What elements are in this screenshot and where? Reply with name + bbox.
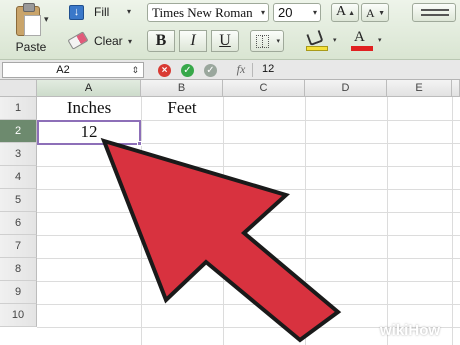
- column-header-a[interactable]: A: [37, 80, 141, 97]
- row-header-4[interactable]: 4: [0, 166, 37, 189]
- shrink-font-button[interactable]: A ▼: [361, 3, 389, 22]
- underline-button[interactable]: U: [211, 30, 239, 52]
- shrink-font-down-icon: ▼: [378, 9, 385, 17]
- row-gridline: [37, 304, 460, 305]
- clipboard-icon: [16, 3, 41, 36]
- active-cell-border: [37, 120, 141, 145]
- font-name-value: Times New Roman: [152, 5, 253, 20]
- column-header-e[interactable]: E: [387, 80, 452, 97]
- paste-button[interactable]: ▾ Paste: [2, 2, 60, 58]
- grow-font-label: A: [336, 4, 347, 19]
- row-gridline: [37, 212, 460, 213]
- fill-color-button[interactable]: ▾: [303, 29, 343, 52]
- column-header-c[interactable]: C: [223, 80, 305, 97]
- row-gridline: [37, 281, 460, 282]
- font-color-swatch: [351, 46, 373, 51]
- clear-button[interactable]: Clear ▾: [66, 31, 140, 52]
- formula-input[interactable]: 12: [254, 62, 458, 78]
- font-color-label: A: [354, 29, 365, 45]
- borders-button[interactable]: ▾: [250, 30, 284, 52]
- borders-caret-icon[interactable]: ▾: [276, 37, 280, 45]
- row-gridline: [37, 189, 460, 190]
- paste-options-caret-icon[interactable]: ▾: [44, 14, 49, 25]
- align-line-icon: [421, 9, 449, 11]
- align-lines-button[interactable]: [412, 3, 456, 22]
- font-color-button[interactable]: A ▾: [348, 29, 388, 52]
- cell-b1[interactable]: Feet: [141, 97, 223, 120]
- fill-down-arrow-icon: ↓: [69, 5, 84, 20]
- row-gridline: [37, 258, 460, 259]
- borders-icon: [256, 35, 269, 48]
- column-header-d[interactable]: D: [305, 80, 387, 97]
- formula-divider: [252, 63, 253, 77]
- paint-bucket-icon: [306, 29, 324, 47]
- row-header-1[interactable]: 1: [0, 97, 37, 120]
- italic-button[interactable]: I: [179, 30, 207, 52]
- column-gridline: [141, 97, 142, 345]
- font-size-select[interactable]: 20 ▾: [273, 3, 321, 22]
- font-size-value: 20: [278, 5, 293, 20]
- align-line-icon: [421, 14, 449, 16]
- watermark-suffix: How: [408, 322, 441, 339]
- grow-font-up-icon: ▲: [348, 9, 355, 17]
- confirm-icon[interactable]: ✓: [204, 64, 217, 77]
- row-gridline: [37, 235, 460, 236]
- spreadsheet-grid[interactable]: A B C D E F 1 2 3 4 5 6 7 8 9 10 Inches …: [0, 80, 460, 345]
- accept-edit-icon[interactable]: ✓: [181, 64, 194, 77]
- name-box-stepper-icon[interactable]: ⇕: [131, 63, 139, 77]
- watermark-prefix: wiki: [380, 322, 409, 339]
- row-header-7[interactable]: 7: [0, 235, 37, 258]
- clear-caret-icon[interactable]: ▾: [128, 37, 132, 46]
- fill-color-caret-icon[interactable]: ▾: [333, 36, 337, 44]
- fill-button[interactable]: ↓ Fill ▾: [66, 4, 140, 22]
- bold-button[interactable]: B: [147, 30, 175, 52]
- column-header-f[interactable]: F: [452, 80, 460, 97]
- column-header-b[interactable]: B: [141, 80, 223, 97]
- row-gridline: [37, 166, 460, 167]
- fill-color-swatch: [306, 46, 328, 51]
- select-all-corner[interactable]: [0, 80, 37, 97]
- font-color-caret-icon[interactable]: ▾: [378, 36, 382, 44]
- row-header-6[interactable]: 6: [0, 212, 37, 235]
- column-gridline: [387, 97, 388, 345]
- formula-bar: A2 ⇕ × ✓ ✓ fx 12: [0, 60, 460, 80]
- row-header-2[interactable]: 2: [0, 120, 37, 143]
- name-box[interactable]: A2 ⇕: [2, 62, 144, 78]
- wikihow-watermark: wikiHow: [380, 322, 440, 342]
- font-name-caret-icon[interactable]: ▾: [261, 8, 265, 17]
- insert-function-label[interactable]: fx: [228, 62, 254, 77]
- row-header-10[interactable]: 10: [0, 304, 37, 327]
- column-gridline: [305, 97, 306, 345]
- fill-caret-icon[interactable]: ▾: [127, 7, 131, 16]
- font-name-select[interactable]: Times New Roman ▾: [147, 3, 269, 22]
- ribbon-toolbar: ▾ Paste ↓ Fill ▾ Clear ▾ Times New Roman…: [0, 0, 460, 60]
- formula-input-value: 12: [262, 63, 275, 75]
- name-box-value: A2: [56, 64, 70, 76]
- cancel-edit-icon[interactable]: ×: [158, 64, 171, 77]
- shrink-font-label: A: [366, 6, 375, 20]
- eraser-icon: [67, 31, 89, 50]
- row-header-8[interactable]: 8: [0, 258, 37, 281]
- paste-label: Paste: [15, 40, 47, 54]
- fill-handle[interactable]: [137, 141, 142, 146]
- grow-font-button[interactable]: A ▲: [331, 3, 359, 22]
- font-size-caret-icon[interactable]: ▾: [313, 8, 317, 17]
- row-header-3[interactable]: 3: [0, 143, 37, 166]
- column-gridline: [223, 97, 224, 345]
- cell-a1[interactable]: Inches: [37, 97, 141, 120]
- row-header-5[interactable]: 5: [0, 189, 37, 212]
- column-gridline: [452, 97, 453, 345]
- clear-label: Clear: [94, 34, 123, 48]
- row-header-9[interactable]: 9: [0, 281, 37, 304]
- fill-label: Fill: [94, 5, 110, 19]
